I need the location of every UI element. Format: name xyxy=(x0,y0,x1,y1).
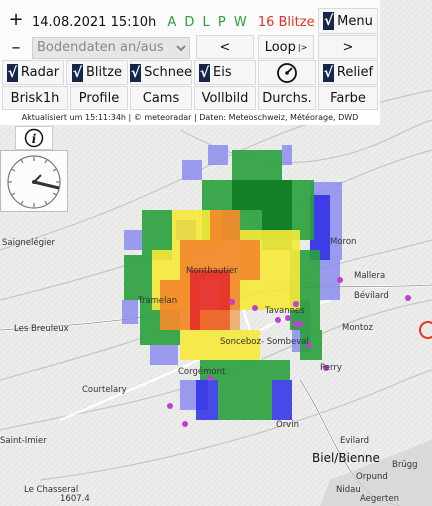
map-label-chasseral-alt: 1607.4 xyxy=(60,494,90,504)
blitze-count: 16 Blitze xyxy=(257,15,315,30)
map-label-courtelary: Courtelary xyxy=(82,385,127,395)
radar-label: Radar xyxy=(20,65,60,80)
map-label-tavannes: Tavannes xyxy=(264,306,305,316)
gauge-icon xyxy=(277,62,297,83)
checkbox-icon: √ xyxy=(6,63,18,82)
radar-toggle[interactable]: √ Radar xyxy=(2,60,64,85)
farbe-button[interactable]: Farbe xyxy=(318,86,378,110)
checkbox-icon: √ xyxy=(71,63,83,82)
clock-widget[interactable] xyxy=(0,150,68,212)
blitze-toggle[interactable]: √ Blitze xyxy=(66,60,128,85)
map-label-montbautier: Montbautier xyxy=(186,266,238,276)
relief-toggle[interactable]: √ Relief xyxy=(318,60,378,85)
map-label-nidau: Nidau xyxy=(336,485,361,495)
checkbox-icon: √ xyxy=(130,63,142,82)
eis-toggle[interactable]: √ Eis xyxy=(194,60,256,85)
map-label-orvin: Orvin xyxy=(276,420,299,430)
map-label-saignelegier: Saignelégier xyxy=(2,237,56,248)
map-label-mallera: Mallera xyxy=(354,271,385,281)
checkbox-icon: √ xyxy=(323,12,335,30)
map-label-bielbienne: Biel/Bienne xyxy=(312,451,380,465)
zoom-in-button[interactable]: + xyxy=(4,6,28,32)
schnee-toggle[interactable]: √ Schnee xyxy=(130,60,192,85)
loop-button[interactable]: Loop |> xyxy=(258,35,314,59)
clock-icon xyxy=(7,155,61,209)
vollbild-button[interactable]: Vollbild xyxy=(194,86,256,110)
map-label-brugg: Brügg xyxy=(392,460,418,470)
eis-label: Eis xyxy=(213,65,232,80)
brisk-button[interactable]: Brisk1h xyxy=(2,86,68,110)
cams-button[interactable]: Cams xyxy=(130,86,192,110)
relief-label: Relief xyxy=(336,65,374,80)
status-bar: Aktualisiert um 15:11:34h | © meteoradar… xyxy=(0,110,380,125)
loop-icon: |> xyxy=(297,42,308,52)
map-label-moron: Moron xyxy=(330,237,356,247)
map-label-bevilard: Bévilard xyxy=(354,290,389,301)
checkbox-icon: √ xyxy=(322,63,334,82)
stations-label[interactable]: A D L P W xyxy=(167,15,248,30)
loop-label: Loop xyxy=(264,39,296,55)
previous-button[interactable]: < xyxy=(196,35,254,59)
profile-button[interactable]: Profile xyxy=(70,86,128,110)
next-button[interactable]: > xyxy=(318,35,378,59)
map-label-tramelan: Tramelan xyxy=(137,296,177,306)
zoom-out-button[interactable]: – xyxy=(4,35,28,59)
info-button[interactable]: i xyxy=(15,126,53,150)
gauge-button[interactable] xyxy=(258,60,316,85)
schnee-label: Schnee xyxy=(144,65,192,80)
blitze-toggle-label: Blitze xyxy=(85,65,123,80)
bodendaten-select[interactable]: Bodendaten an/aus xyxy=(32,36,190,59)
info-icon: i xyxy=(24,128,44,148)
menu-button[interactable]: √ Menu xyxy=(318,8,378,34)
map-label-montoz: Montoz xyxy=(342,323,373,333)
map-label-aegerten: Aegerten xyxy=(360,494,399,504)
toolbar-panel: + 14.08.2021 15:10h A D L P W 16 Blitze … xyxy=(0,0,380,110)
datetime-label: 14.08.2021 15:10h xyxy=(32,15,157,30)
map-label-orpund: Orpund xyxy=(356,472,388,482)
menu-label: Menu xyxy=(337,13,373,29)
svg-text:i: i xyxy=(32,132,37,146)
map-label-corgemont: Corgémont xyxy=(178,366,226,377)
map-label-evilard: Evilard xyxy=(340,436,369,446)
map-label-perry: Perry xyxy=(320,363,342,373)
durchs-button[interactable]: Durchs. xyxy=(258,86,316,110)
map-label-sonceboz: Sonceboz- Sombeval xyxy=(220,337,309,347)
map-label-lesbreuleux: Les Breuleux xyxy=(14,324,69,334)
map-label-saintimier: Saint-Imier xyxy=(0,436,47,446)
checkbox-icon: √ xyxy=(199,63,210,82)
